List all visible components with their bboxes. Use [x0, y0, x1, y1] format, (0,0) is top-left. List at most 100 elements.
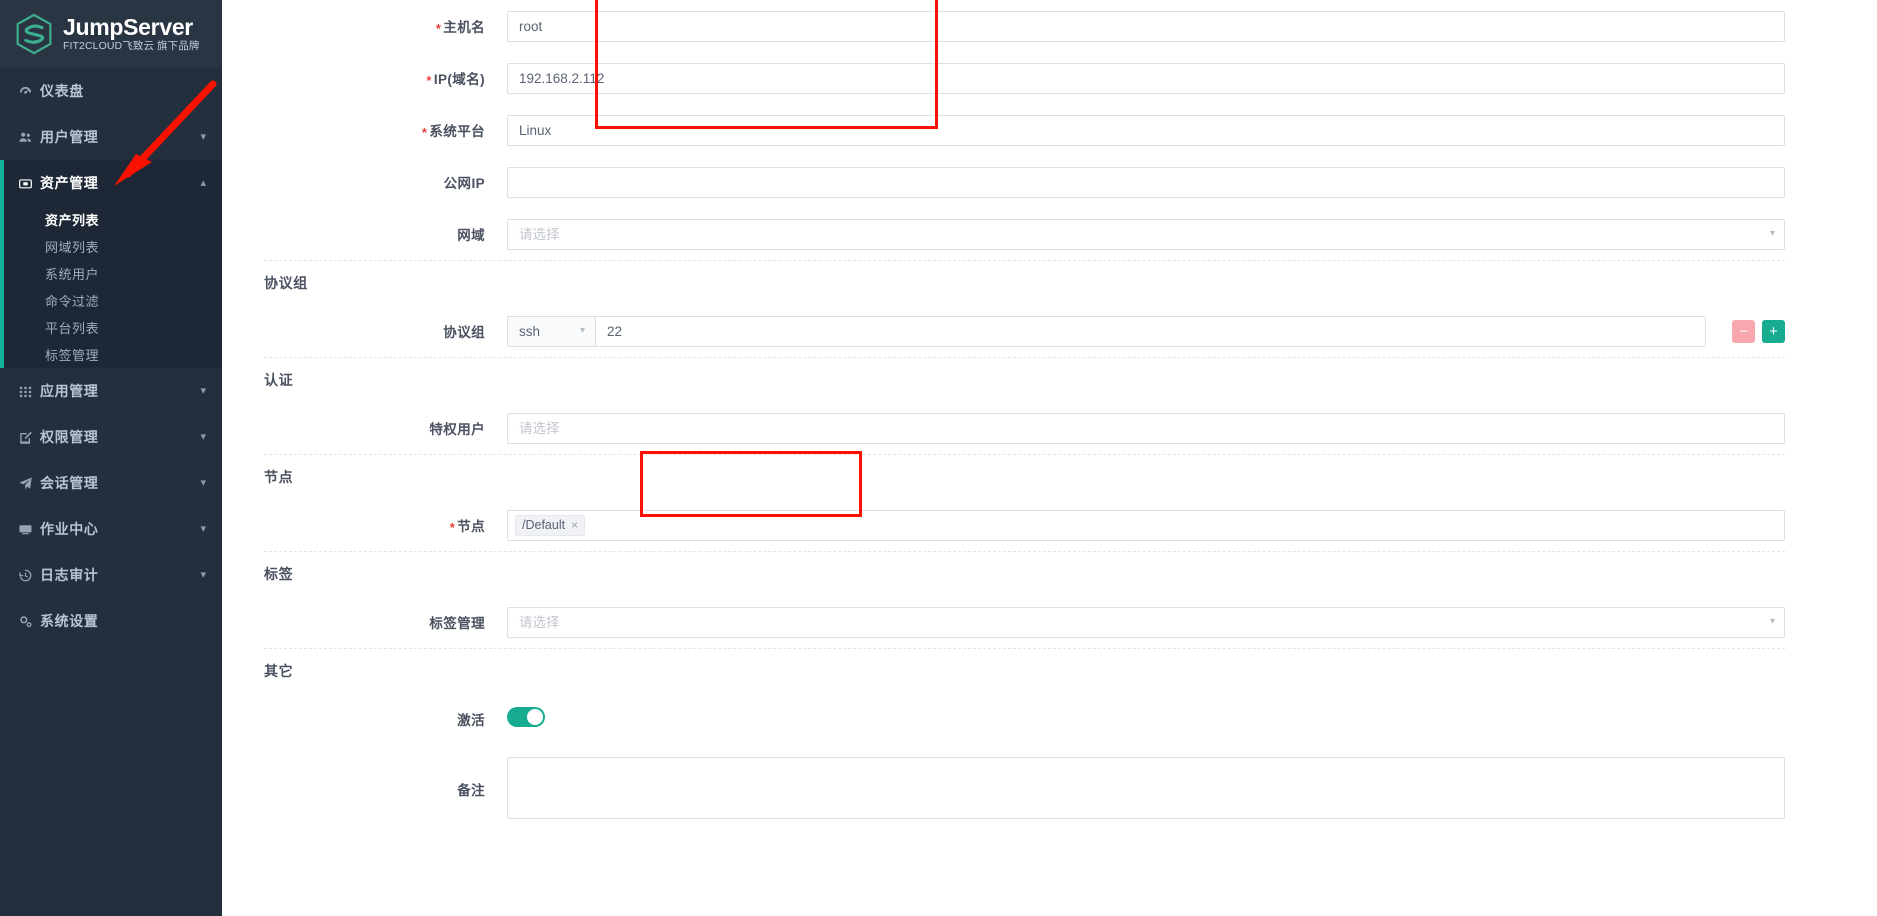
field-row-privileged-user: 特权用户 [222, 402, 1877, 454]
sidebar-item-label: 用户管理 [40, 129, 99, 145]
remark-textarea[interactable] [507, 757, 1785, 819]
jumpserver-app: JumpServer FIT2CLOUD飞致云 旗下品牌 仪表盘 用户管理 ▾ [0, 0, 1877, 916]
field-row-label-manage: 标签管理 ▾ [222, 596, 1877, 648]
public-ip-input[interactable] [507, 166, 1785, 198]
platform-label: * 系统平台 [421, 124, 485, 140]
node-tag[interactable]: /Default × [515, 514, 586, 536]
privileged-user-input[interactable] [507, 412, 1785, 444]
required-marker: * [449, 520, 456, 535]
sidebar-item-session-management[interactable]: 会话管理 ▾ [0, 460, 222, 506]
asset-submenu: 资产列表 网域列表 系统用户 命令过滤 平台列表 标签管理 [0, 206, 222, 368]
other-section-title: 其它 [264, 663, 294, 679]
chevron-down-icon: ▾ [200, 476, 206, 489]
platform-input[interactable] [507, 114, 1785, 146]
sidebar-subitem-label: 资产列表 [45, 213, 100, 228]
chevron-down-icon: ▾ [200, 568, 206, 581]
sidebar-item-label: 系统设置 [40, 613, 99, 629]
sidebar-item-label: 作业中心 [40, 521, 99, 537]
label-manage-select[interactable]: ▾ [507, 606, 1785, 638]
jumpserver-logo-icon [16, 13, 52, 55]
sidebar-subitem-label: 命令过滤 [45, 294, 100, 309]
label-manage-label: 标签管理 [429, 616, 485, 631]
hostname-label: * 主机名 [435, 20, 485, 36]
dashboard-icon [18, 84, 40, 99]
chevron-down-icon: ▾ [200, 430, 206, 443]
sidebar-subitem-label: 平台列表 [45, 321, 100, 336]
sidebar-item-job-center[interactable]: 作业中心 ▾ [0, 506, 222, 552]
domain-label: 网域 [457, 228, 485, 243]
auth-section-title: 认证 [264, 372, 294, 388]
active-toggle[interactable] [507, 706, 545, 727]
field-row-domain: 网域 ▾ [222, 208, 1877, 260]
sidebar-item-label-management[interactable]: 标签管理 [0, 341, 222, 368]
sidebar-item-label: 会话管理 [40, 475, 99, 491]
protocol-type-input[interactable] [507, 315, 595, 347]
chevron-down-icon: ▾ [200, 130, 206, 143]
required-marker: * [435, 21, 442, 36]
active-label: 激活 [457, 713, 485, 728]
sidebar-item-system-settings[interactable]: 系统设置 [0, 598, 222, 644]
sidebar-item-asset-list[interactable]: 资产列表 [0, 206, 222, 233]
toggle-knob [527, 708, 543, 725]
sidebar-item-label: 资产管理 [40, 175, 99, 191]
field-row-ip: * IP(域名) [222, 52, 1877, 104]
history-clock-icon [18, 568, 40, 583]
asset-box-icon [18, 176, 40, 191]
hostname-input[interactable] [507, 10, 1785, 42]
sidebar-nav: 仪表盘 用户管理 ▾ 资产管理 ▴ 资产列表 网域列表 系统用户 命令过滤 平台… [0, 68, 222, 644]
sidebar-subitem-label: 系统用户 [45, 267, 100, 282]
sidebar-item-domain-list[interactable]: 网域列表 [0, 233, 222, 260]
sidebar-item-label: 应用管理 [40, 383, 99, 399]
grid-apps-icon [18, 384, 40, 399]
node-tag-field[interactable]: /Default × [507, 509, 1785, 541]
sidebar-item-user-management[interactable]: 用户管理 ▾ [0, 114, 222, 160]
gears-icon [18, 614, 40, 629]
main-content: *主机名 *IP(域名) [222, 0, 1877, 916]
ip-input[interactable] [507, 62, 1785, 94]
domain-select-input[interactable] [507, 218, 1785, 250]
sidebar-item-application-management[interactable]: 应用管理 ▾ [0, 368, 222, 414]
protocol-label: 协议组 [443, 325, 485, 340]
sidebar-item-platform-list[interactable]: 平台列表 [0, 314, 222, 341]
node-label: * 节点 [449, 519, 485, 535]
sidebar-item-label: 权限管理 [40, 429, 99, 445]
remove-protocol-button[interactable]: − [1732, 319, 1755, 343]
required-marker: * [421, 125, 428, 140]
chevron-down-icon: ▾ [200, 522, 206, 535]
sidebar-item-asset-management[interactable]: 资产管理 ▴ [0, 160, 222, 206]
field-row-hostname: * 主机名 [222, 0, 1877, 52]
field-row-node: * 节点 /Default × [222, 499, 1877, 551]
protocol-type-select[interactable]: ▾ [507, 315, 595, 347]
label-manage-input[interactable] [507, 606, 1785, 638]
sidebar-item-command-filter[interactable]: 命令过滤 [0, 287, 222, 314]
sidebar-item-permission-management[interactable]: 权限管理 ▾ [0, 414, 222, 460]
ip-label: * IP(域名) [426, 72, 485, 88]
chevron-up-icon: ▴ [200, 176, 206, 189]
sidebar-item-system-user[interactable]: 系统用户 [0, 260, 222, 287]
privileged-user-label: 特权用户 [429, 422, 485, 437]
protocol-port-input[interactable] [595, 315, 1706, 347]
users-icon [18, 130, 40, 145]
brand-logo[interactable]: JumpServer FIT2CLOUD飞致云 旗下品牌 [0, 0, 222, 68]
required-marker: * [426, 73, 432, 88]
asset-form-scroll[interactable]: *主机名 *IP(域名) [222, 0, 1877, 916]
remark-label: 备注 [457, 783, 485, 798]
sidebar-item-log-audit[interactable]: 日志审计 ▾ [0, 552, 222, 598]
node-tag-label: /Default [522, 518, 566, 532]
domain-select[interactable]: ▾ [507, 218, 1785, 250]
chevron-down-icon: ▾ [200, 384, 206, 397]
add-protocol-button[interactable]: + [1762, 319, 1785, 343]
sidebar-subitem-label: 网域列表 [45, 240, 100, 255]
terminal-icon [18, 522, 40, 537]
field-row-public-ip: 公网IP [222, 156, 1877, 208]
sidebar-item-dashboard[interactable]: 仪表盘 [0, 68, 222, 114]
protocol-section-title: 协议组 [264, 275, 308, 291]
node-section-title: 节点 [264, 469, 294, 485]
field-row-remark: 备注 [222, 745, 1877, 824]
sidebar: JumpServer FIT2CLOUD飞致云 旗下品牌 仪表盘 用户管理 ▾ [0, 0, 222, 916]
close-icon[interactable]: × [571, 519, 578, 531]
field-row-active: 激活 [222, 693, 1877, 745]
brand-subtitle: FIT2CLOUD飞致云 旗下品牌 [63, 40, 200, 52]
brand-title: JumpServer [63, 14, 193, 40]
field-row-protocol: 协议组 ▾ − + [222, 305, 1877, 357]
